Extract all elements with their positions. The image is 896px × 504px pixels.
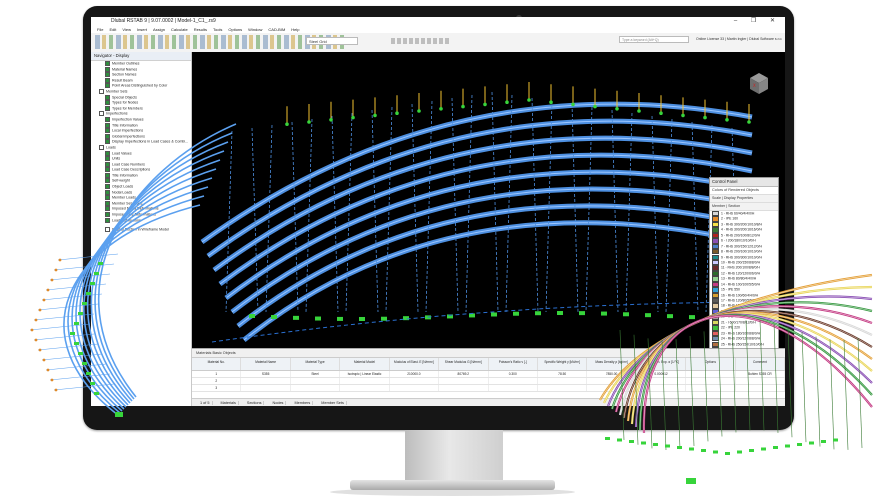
overlay-support-icon bbox=[629, 440, 634, 443]
overlay-arch bbox=[97, 123, 237, 398]
overlay-support-icon bbox=[653, 443, 658, 446]
overlay-colored-bracing bbox=[675, 339, 681, 450]
overlay-support-icon bbox=[809, 441, 814, 445]
overlay-support-icon bbox=[94, 272, 99, 275]
overlay-support-icon bbox=[686, 478, 696, 484]
overlay-support-icon bbox=[833, 438, 838, 442]
overlay-bracing bbox=[57, 253, 119, 261]
overlay-support-icon bbox=[737, 450, 742, 454]
overlay-arch-edge bbox=[635, 314, 873, 428]
overlay-bracing bbox=[37, 303, 99, 311]
overlay-node bbox=[54, 388, 58, 392]
overlay-colored-bracing bbox=[703, 331, 709, 442]
overlay-support-icon bbox=[605, 437, 610, 440]
overlay-node bbox=[46, 368, 50, 372]
overlay-support-icon bbox=[90, 282, 95, 285]
overlay-support-icon bbox=[74, 342, 79, 345]
overlay-support-icon bbox=[701, 449, 706, 452]
overlay-colored-bracing bbox=[689, 335, 695, 446]
overlay-support-icon bbox=[617, 438, 622, 442]
overlay-support-icon bbox=[78, 312, 83, 315]
overlay-colored-bracing bbox=[731, 322, 737, 433]
overlay-support-icon bbox=[74, 322, 79, 325]
overlay-node bbox=[50, 278, 54, 282]
overlay-arch bbox=[79, 168, 217, 408]
overlay-support-icon bbox=[82, 302, 87, 305]
overlay-support-icon bbox=[785, 444, 790, 448]
overlay-support-icon bbox=[78, 352, 83, 355]
overlay-support-icon bbox=[90, 382, 95, 385]
overlay-support-icon bbox=[725, 452, 730, 455]
overlay-support-icon bbox=[82, 362, 87, 365]
overlay-colored-bracing bbox=[745, 320, 751, 431]
overlay-node bbox=[34, 338, 38, 342]
overlay-support-icon bbox=[641, 441, 646, 445]
overlay-node bbox=[42, 298, 46, 302]
overlay-support-icon bbox=[713, 450, 718, 454]
overlay-node bbox=[30, 328, 34, 332]
overlay-colored-bracing bbox=[843, 339, 849, 450]
overlay-support-icon bbox=[761, 447, 766, 451]
overlay-support-icon bbox=[689, 447, 694, 451]
overlay-node bbox=[54, 268, 58, 272]
overlay-support-icon bbox=[86, 292, 91, 295]
overlay-arch bbox=[94, 132, 233, 400]
overlay-node bbox=[42, 358, 46, 362]
overlay-support-icon bbox=[94, 392, 99, 395]
overlay-node bbox=[58, 258, 62, 262]
overlay-arch bbox=[90, 141, 229, 402]
overlay-support-icon bbox=[86, 372, 91, 375]
overlay-support-icon bbox=[749, 449, 754, 452]
overlay-colored-bracing bbox=[759, 320, 765, 431]
overlay-node bbox=[38, 348, 42, 352]
overlay-support-icon bbox=[821, 440, 826, 443]
overlay-colored-bracing bbox=[787, 327, 793, 438]
overlay-colored-arch bbox=[634, 313, 873, 428]
overlay-node bbox=[34, 318, 38, 322]
overlay-support-icon bbox=[98, 262, 103, 265]
overlay-colored-bracing bbox=[661, 339, 667, 450]
overlay-node bbox=[50, 378, 54, 382]
overlay-node bbox=[38, 308, 42, 312]
structure-overlay bbox=[29, 123, 873, 484]
overlay-colored-bracing bbox=[801, 332, 807, 443]
overlay-colored-bracing bbox=[773, 322, 779, 433]
overlay-support-icon bbox=[70, 332, 75, 335]
overlay-support-icon bbox=[665, 444, 670, 448]
overlay-support-icon bbox=[115, 412, 123, 417]
overlay-support-icon bbox=[797, 443, 802, 446]
overlay-support-icon bbox=[677, 446, 682, 449]
overlay-arch-edge bbox=[643, 315, 873, 434]
overlay-colored-arch bbox=[622, 309, 873, 419]
overlay-node bbox=[46, 288, 50, 292]
overlay-support-icon bbox=[773, 446, 778, 449]
overlay-colored-bracing bbox=[717, 326, 723, 437]
